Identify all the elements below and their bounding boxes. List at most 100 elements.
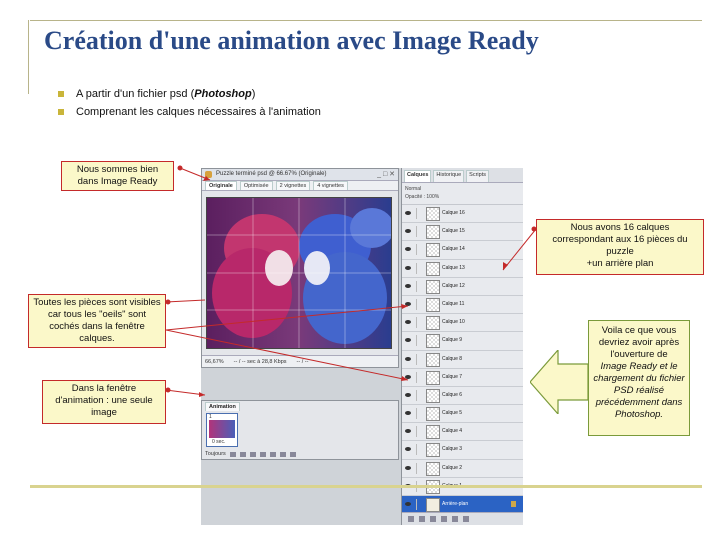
- layer-thumbnail: [426, 261, 440, 276]
- tab-originale[interactable]: Originale: [205, 181, 237, 190]
- eye-icon[interactable]: [405, 229, 411, 234]
- layer-name: Calque 12: [442, 282, 465, 289]
- eye-icon[interactable]: [405, 356, 411, 361]
- trash-icon[interactable]: [463, 516, 469, 522]
- eye-icon[interactable]: [405, 211, 411, 215]
- link-slot-icon[interactable]: [416, 444, 423, 456]
- mask-icon[interactable]: [430, 516, 436, 522]
- layer-row[interactable]: Calque 15: [402, 223, 523, 242]
- link-slot-icon[interactable]: [416, 353, 423, 365]
- puzzle-canvas[interactable]: [206, 197, 392, 349]
- puzzle-image: [207, 198, 391, 348]
- link-slot-icon[interactable]: [416, 244, 423, 256]
- frame-delay[interactable]: 0 sec.: [212, 439, 225, 445]
- eye-icon[interactable]: [405, 247, 411, 252]
- document-status-bar: 66,67% -- / -- sec à 28,8 Kbps -- / --: [202, 355, 398, 367]
- new-layer-icon[interactable]: [452, 516, 458, 522]
- zoom-level[interactable]: 66,67%: [205, 356, 224, 367]
- layer-row[interactable]: Calque 4: [402, 423, 523, 442]
- link-slot-icon[interactable]: [416, 208, 423, 219]
- animation-frame[interactable]: 1 0 sec.: [206, 413, 238, 447]
- layer-thumbnail: [426, 297, 440, 312]
- document-tabs: Originale Optimisée 2 vignettes 4 vignet…: [202, 181, 398, 191]
- eye-icon[interactable]: [405, 411, 411, 416]
- tab-scripts[interactable]: Scripts: [466, 170, 489, 182]
- blend-mode-select[interactable]: Normal: [405, 185, 521, 193]
- link-slot-icon[interactable]: [416, 226, 423, 238]
- eye-icon[interactable]: [405, 465, 411, 470]
- previous-frame-icon[interactable]: [239, 451, 246, 457]
- layer-row[interactable]: Calque 14: [402, 241, 523, 260]
- layer-name: Calque 3: [442, 446, 463, 453]
- link-slot-icon[interactable]: [416, 499, 423, 510]
- layer-thumbnail: [426, 243, 440, 258]
- folder-icon[interactable]: [441, 516, 447, 522]
- eye-icon[interactable]: [405, 301, 411, 306]
- image-ready-screenshot: Puzzle terminé psd @ 66.67% (Originale) …: [201, 168, 523, 525]
- layer-name: Calque 4: [442, 428, 463, 435]
- tab-animation[interactable]: Animation: [205, 402, 240, 411]
- window-controls-icon[interactable]: _ □ ✕: [377, 169, 395, 180]
- frame-thumbnail: [209, 420, 235, 438]
- play-icon[interactable]: [249, 451, 256, 457]
- tab-historique[interactable]: Historique: [433, 170, 465, 182]
- tab-calques[interactable]: Calques: [404, 170, 432, 182]
- layer-row[interactable]: Calque 6: [402, 387, 523, 406]
- layer-options: Normal Opacité : 100%: [402, 183, 523, 205]
- eye-icon[interactable]: [405, 338, 411, 343]
- eye-icon[interactable]: [405, 283, 411, 288]
- layer-name: Calque 10: [442, 319, 465, 326]
- layer-row[interactable]: Calque 5: [402, 405, 523, 424]
- link-slot-icon[interactable]: [416, 335, 423, 347]
- layers-panel: Calques Historique Scripts Normal Opacit…: [401, 168, 523, 525]
- layer-thumbnail: [426, 461, 440, 476]
- document-title-bar: Puzzle terminé psd @ 66.67% (Originale) …: [202, 169, 398, 181]
- next-frame-icon[interactable]: [259, 451, 266, 457]
- link-slot-icon[interactable]: [416, 298, 423, 310]
- layer-row[interactable]: Calque 2: [402, 460, 523, 478]
- eye-icon[interactable]: [405, 392, 411, 397]
- layer-row[interactable]: Calque 16: [402, 205, 523, 224]
- eye-icon[interactable]: [405, 447, 411, 452]
- layer-row[interactable]: Calque 11: [402, 296, 523, 315]
- link-slot-icon[interactable]: [416, 389, 423, 401]
- layer-row[interactable]: Calque 9: [402, 332, 523, 351]
- layer-row[interactable]: Calque 12: [402, 278, 523, 296]
- eye-icon[interactable]: [405, 502, 411, 506]
- link-slot-icon[interactable]: [416, 408, 423, 420]
- eye-icon[interactable]: [405, 374, 411, 379]
- tab-optimisee[interactable]: Optimisée: [239, 181, 273, 190]
- layer-name: Calque 7: [442, 373, 463, 380]
- link-slot-icon[interactable]: [416, 371, 423, 383]
- layer-row[interactable]: Calque 10: [402, 314, 523, 333]
- layer-row[interactable]: Calque 7: [402, 369, 523, 387]
- eye-icon[interactable]: [405, 265, 411, 270]
- link-slot-icon[interactable]: [416, 262, 423, 274]
- eye-icon[interactable]: [405, 320, 411, 325]
- loop-select[interactable]: Toujours: [205, 451, 226, 457]
- tab-2-vignettes[interactable]: 2 vignettes: [275, 181, 311, 190]
- layer-thumbnail: [426, 279, 440, 294]
- layer-row[interactable]: Calque 13: [402, 260, 523, 278]
- link-slot-icon[interactable]: [416, 280, 423, 292]
- link-slot-icon[interactable]: [416, 317, 423, 329]
- eye-icon[interactable]: [405, 429, 411, 434]
- link-slot-icon[interactable]: [416, 426, 423, 438]
- layer-row[interactable]: Calque 8: [402, 351, 523, 369]
- green-arrow-icon: [530, 350, 588, 414]
- link-slot-icon[interactable]: [416, 462, 423, 474]
- tween-icon[interactable]: [269, 451, 276, 457]
- opacity-field[interactable]: Opacité : 100%: [405, 193, 521, 201]
- bullet-item: Comprenant les calques nécessaires à l'a…: [58, 104, 321, 122]
- layer-thumbnail: [426, 443, 440, 458]
- slide-title: Création d'une animation avec Image Read…: [44, 26, 539, 55]
- delete-frame-icon[interactable]: [289, 451, 296, 457]
- duplicate-frame-icon[interactable]: [279, 451, 286, 457]
- tab-4-vignettes[interactable]: 4 vignettes: [313, 181, 348, 190]
- style-icon[interactable]: [419, 516, 425, 522]
- first-frame-icon[interactable]: [229, 451, 236, 457]
- layer-thumbnail: [426, 334, 440, 349]
- layer-thumbnail: [426, 207, 440, 221]
- link-icon[interactable]: [408, 516, 414, 522]
- layer-row[interactable]: Calque 3: [402, 441, 523, 460]
